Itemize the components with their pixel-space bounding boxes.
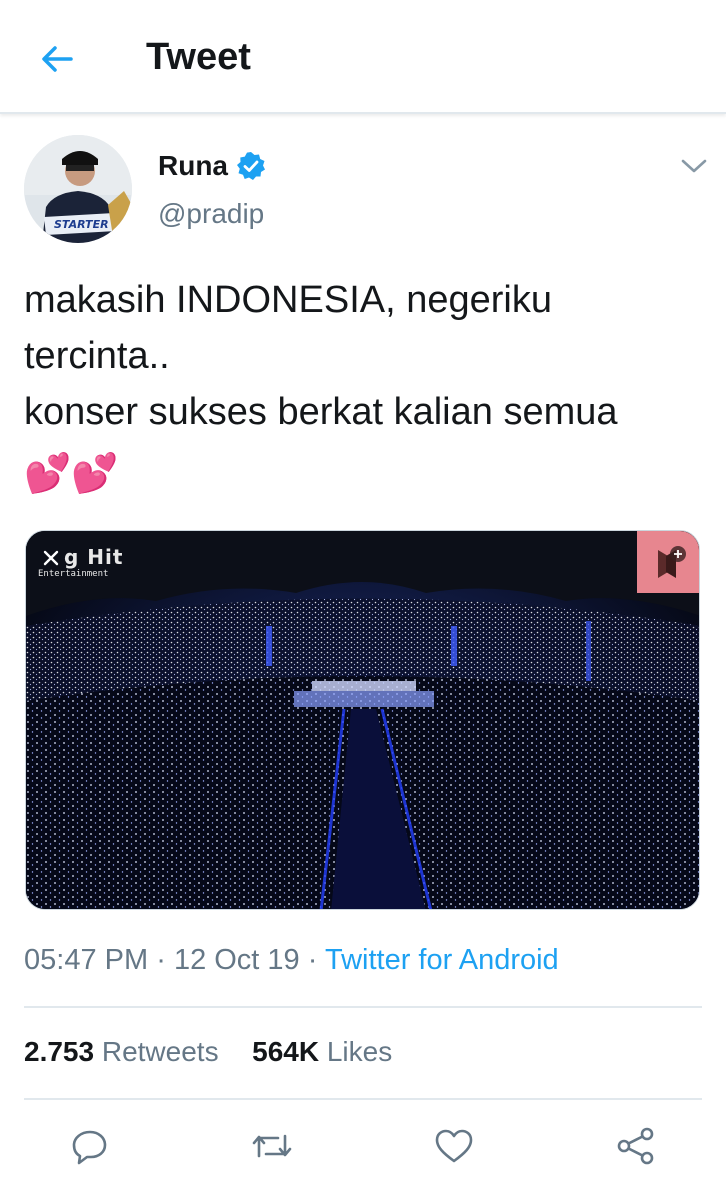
tweet-time: 05:47 PM: [24, 944, 149, 976]
arrow-left-icon: [42, 46, 73, 72]
back-button[interactable]: [36, 38, 78, 80]
divider: [24, 1098, 702, 1100]
author-name[interactable]: Runa: [158, 150, 266, 182]
top-bar: Tweet: [0, 0, 726, 114]
watermark-title: g Hit: [64, 545, 124, 569]
pip-icon: [658, 546, 686, 578]
reply-button[interactable]: [68, 1124, 112, 1168]
likes-stat[interactable]: 564K Likes: [252, 1036, 392, 1067]
author-handle[interactable]: @pradip: [158, 198, 264, 230]
likes-count: 564K: [252, 1036, 320, 1067]
picture-in-picture-button[interactable]: [637, 531, 699, 593]
like-button[interactable]: [432, 1124, 476, 1168]
chevron-down-icon[interactable]: [678, 152, 710, 180]
retweet-icon: [252, 1134, 292, 1158]
tweet-text: makasih INDONESIA, negeriku tercinta.. k…: [24, 272, 704, 502]
tweet-media-video[interactable]: g Hit Entertainment: [25, 530, 700, 910]
meta-separator: ·: [307, 944, 318, 976]
verified-badge-icon: [237, 152, 265, 180]
media-watermark: g Hit Entertainment: [36, 545, 123, 579]
avatar-shirt-text: STARTER: [54, 218, 109, 231]
share-icon: [617, 1127, 654, 1165]
watermark-subtitle: Entertainment: [38, 569, 109, 579]
tweet-body: makasih INDONESIA, negeriku tercinta.. k…: [24, 279, 618, 433]
like-icon: [435, 1129, 473, 1163]
tweet-date: 12 Oct 19: [173, 944, 300, 976]
retweets-stat[interactable]: 2.753 Retweets: [24, 1036, 219, 1067]
retweet-button[interactable]: [250, 1124, 294, 1168]
author-name-text: Runa: [158, 150, 228, 181]
divider: [24, 1006, 702, 1008]
retweets-count: 2.753: [24, 1036, 95, 1067]
two-hearts-emoji: 💕💕: [24, 453, 119, 495]
tweet-source-link[interactable]: Twitter for Android: [325, 944, 559, 976]
retweets-label: Retweets: [101, 1036, 219, 1067]
avatar[interactable]: STARTER: [24, 135, 132, 243]
likes-label: Likes: [326, 1036, 393, 1067]
concert-image: [26, 531, 699, 909]
page-title: Tweet: [146, 36, 251, 78]
tweet-stats: 2.753 Retweets 564K Likes: [24, 1036, 392, 1068]
meta-separator: ·: [156, 944, 166, 976]
tweet-meta: 05:47 PM · 12 Oct 19 · Twitter for Andro…: [24, 944, 559, 977]
share-button[interactable]: [614, 1124, 658, 1168]
reply-icon: [72, 1130, 107, 1165]
